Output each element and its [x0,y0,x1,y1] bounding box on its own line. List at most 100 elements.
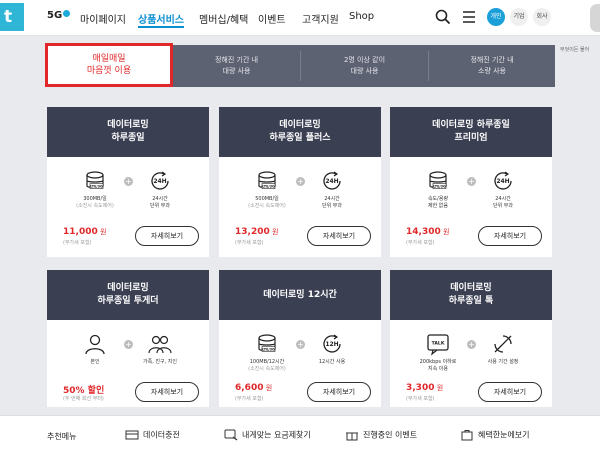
bag-icon [461,430,473,441]
price-unit: 원 [97,228,107,236]
caption-line: 본인 [90,359,100,365]
tab-line1: 매일매일 [92,54,126,64]
tab-period-small[interactable]: 정해진 기간 내 소량 사용 [429,45,555,87]
card-title: 데이터로밍 하루종일 톡 [390,270,552,320]
card-title-text: 데이터로밍 하루종일 톡 [449,282,494,308]
nav-shop[interactable]: Shop [349,11,374,22]
nav-products[interactable]: 상품서비스 [138,11,184,28]
feature-a-caption: 200kbps 이하로 지속 이용 [408,359,468,373]
card-body: + 본인 가족, 친구, 지인 50% 할인 (두 번째 회선 부터) 자세히보기 [47,320,209,420]
plus-icon: + [124,340,133,349]
plus-icon: + [296,177,305,186]
segment-company[interactable]: 회사 [533,8,551,26]
tab-line2: 대량 사용 [350,67,379,75]
caption-line: (소진시 속도제어) [76,203,114,209]
card-title: 데이터로밍 하루종일 [47,107,209,157]
price-value: 14,300 [406,227,441,237]
feature-b-caption: 24시간 단위 부과 [473,196,533,210]
card-price: 6,600 원 [235,383,272,393]
price-note: (부가세 포함) [406,396,435,402]
search-icon[interactable] [434,8,452,26]
tab-line1: 정해진 기간 내 [470,56,514,64]
details-button[interactable]: 자세히보기 [135,382,199,402]
details-button[interactable]: 자세히보기 [307,382,371,402]
price-value: 13,200 [235,227,270,237]
icon-badge-text: LTE/3G [262,185,275,189]
nav-membership[interactable]: 멤버십/혜택 [199,11,248,26]
product-card[interactable]: 데이터로밍 하루종일 LTE/3G +24H 300MB/일 (소진시 속도제어) 24시간… [47,107,209,257]
details-button[interactable]: 자세히보기 [478,382,542,402]
menu-data-recharge[interactable]: 데이터충전 [125,429,180,443]
details-button[interactable]: 자세히보기 [307,226,371,246]
card-title-line2: 프리미엄 [454,133,488,143]
caption-line: 24시간 [495,196,511,202]
data-db-icon: LTE/3G [429,171,447,189]
tab-daily-unlimited[interactable]: 매일매일 마음껏 이용 [45,43,173,87]
tab-period-bulk[interactable]: 정해진 기간 내 대량 사용 [173,45,300,87]
data-db-icon: LTE/3G [258,334,276,352]
card-price: 13,200 원 [235,227,278,237]
chatbot-avatar[interactable] [590,4,600,32]
feature-a-caption: 300MB/일 (소진시 속도제어) [65,196,125,210]
caption-line: 단위 부과 [322,203,342,209]
caption-line: 단위 부과 [150,203,170,209]
nav-events[interactable]: 이벤트 [258,11,286,26]
segment-personal[interactable]: 개인 [487,8,505,26]
feature-b-caption: 사용 기간 설정 [473,359,533,366]
brand-5g-label: 5G [47,10,63,21]
feature-b-caption: 12시간 사용 [302,359,362,366]
menu-benefits[interactable]: 혜택한눈에보기 [460,429,530,443]
menu-label: 내게맞는 요금제찾기 [242,430,311,440]
menu-find-plan[interactable]: 내게맞는 요금제찾기 [224,429,311,443]
caption-line: 300MB/일 [83,196,107,202]
segment-business[interactable]: 기업 [510,8,528,26]
feature-b-caption: 24시간 단위 부과 [302,196,362,210]
icon-badge-text: 24H [496,178,509,185]
tab-shared-bulk[interactable]: 2명 이상 같이 대량 사용 [301,45,428,87]
gift-icon [346,432,358,441]
card-title-line2: 하루종일 톡 [448,296,494,306]
menu-icon[interactable] [460,8,478,26]
menu-ongoing-events[interactable]: 진행중인 이벤트 [345,429,417,443]
card-title-text: 데이터로밍 하루종일 프리미엄 [432,119,510,145]
nav-support[interactable]: 고객지원 [302,11,339,26]
card-title-text: 데이터로밍 12시간 [263,289,337,302]
product-card[interactable]: 데이터로밍 하루종일 톡 TALK +200kbps 이하로 지속 이용 사용 기간 설정… [390,270,552,407]
caption-line: 200kbps 이하로 [419,359,457,365]
feature-a-caption: 본인 [65,359,125,366]
card-price: 14,300 원 [406,227,449,237]
details-button[interactable]: 자세히보기 [135,226,199,246]
person-icon [85,334,105,355]
logo[interactable]: t [0,3,24,31]
brand-5g[interactable]: 5G [47,10,71,21]
12h-icon: 12H [323,334,341,353]
no-sync-icon [494,335,512,353]
caption-line: 24시간 [324,196,340,202]
card-title-line2: 하루종일 플러스 [269,133,331,143]
product-card[interactable]: 데이터로밍 하루종일 투게더 + 본인 가족, 친구, 지인 50% 할인 (두 번째 회선… [47,270,209,407]
group-icon [148,335,172,354]
card-body: LTE/3G +24H 500MB/일 (소진시 속도제어) 24시간 단위 부과 13,2… [219,157,381,257]
plus-icon: + [296,340,305,349]
card-title: 데이터로밍 하루종일 플러스 [219,107,381,157]
caption-line: 사용 기간 설정 [487,359,519,365]
caption-line: 100MB/12시간 [249,359,285,365]
caption-line: 12시간 사용 [318,359,346,365]
product-card[interactable]: 데이터로밍 하루종일 플러스 LTE/3G +24H 500MB/일 (소진시 속도제어)… [219,107,381,257]
product-card[interactable]: 데이터로밍 12시간 LTE/3G +12H 100MB/12시간 (소진시 속도제어)… [219,270,381,407]
product-card[interactable]: 데이터로밍 하루종일 프리미엄 LTE/3G +24H 속도/용량 제한 없음 24시간 단위… [390,107,552,257]
tab-line1: 2명 이상 같이 [343,56,386,64]
tab-line2: 대량 사용 [222,67,251,75]
caption-line: 500MB/일 [255,196,279,202]
top-header: t 5G 마이페이지 상품서비스 멤버십/혜택 이벤트 고객지원 Shop 개인… [0,0,600,36]
price-unit: 원 [440,228,450,236]
card-title-line2: 하루종일 투게더 [97,296,159,306]
card-body: LTE/3G +24H 속도/용량 제한 없음 24시간 단위 부과 14,300 원 (부가… [390,157,552,257]
details-button[interactable]: 자세히보기 [478,226,542,246]
icon-badge-text: 12H [325,341,338,348]
chatbot-label[interactable]: 무엇이든 물어 [560,46,589,53]
card-body: LTE/3G +12H 100MB/12시간 (소진시 속도제어) 12시간 사용 6,6… [219,320,381,420]
feature-b-caption: 가족, 친구, 지인 [130,359,190,366]
nav-mypage[interactable]: 마이페이지 [80,11,126,26]
card-icon [125,430,139,440]
